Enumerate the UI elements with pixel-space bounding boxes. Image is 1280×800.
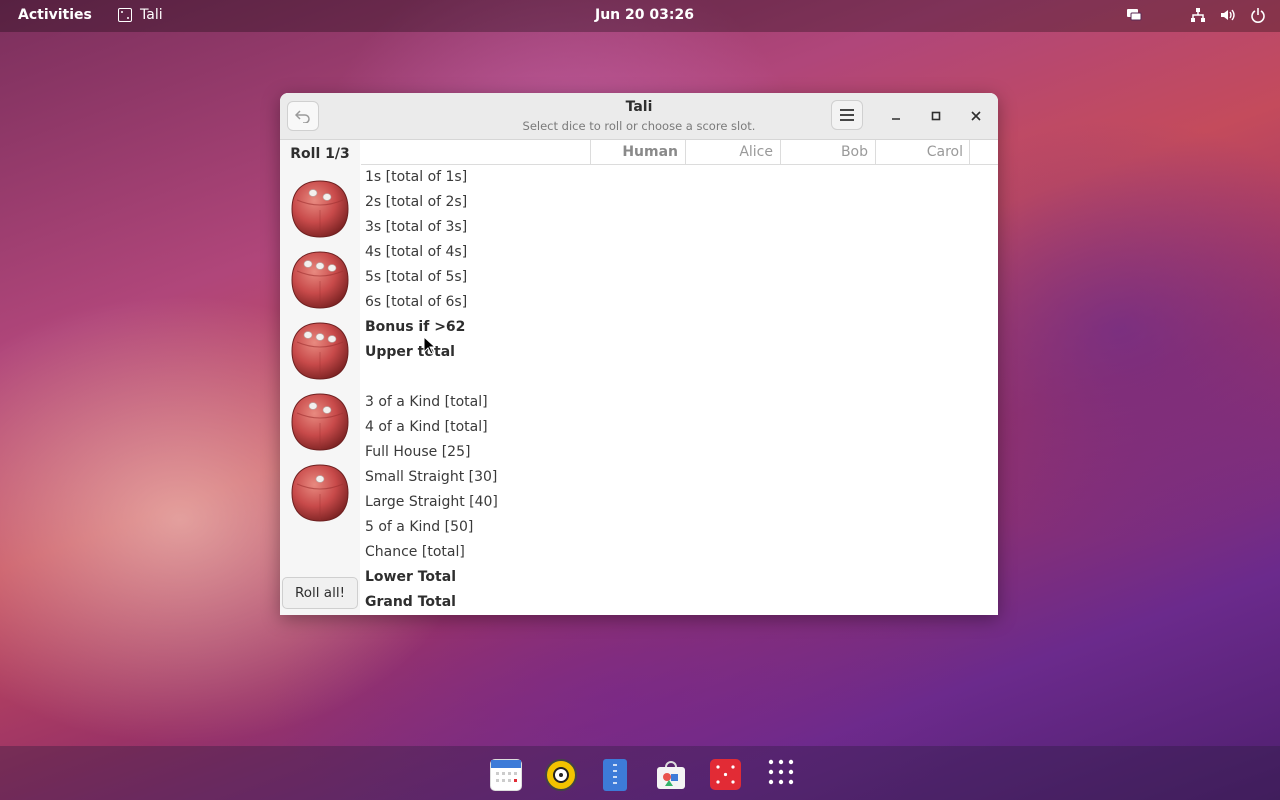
roll-all-button[interactable]: Roll all! (282, 577, 358, 609)
tali-icon[interactable] (710, 759, 741, 790)
score-row-bonus: Bonus if >62 (365, 319, 466, 335)
dice-panel: Roll 1/3 Roll all! (280, 140, 360, 615)
score-row-spacer (365, 365, 985, 390)
die-4[interactable] (291, 393, 349, 451)
mouse-pointer-icon (423, 335, 437, 356)
score-row-grand-total: Grand Total (365, 594, 456, 610)
die-2[interactable] (291, 251, 349, 309)
score-row-fives[interactable]: 5s [total of 5s] (365, 265, 985, 290)
volume-icon[interactable] (1220, 7, 1236, 23)
score-rows: 1s [total of 1s] 2s [total of 2s] 3s [to… (365, 165, 985, 615)
roll-counter: Roll 1/3 (290, 146, 350, 162)
score-row-lower-total: Lower Total (365, 569, 456, 585)
dice-icon (118, 8, 132, 22)
minimize-icon (892, 118, 900, 120)
score-row-four-of-a-kind[interactable]: 4 of a Kind [total] (365, 415, 985, 440)
score-row-threes[interactable]: 3s [total of 3s] (365, 215, 985, 240)
score-row-upper-total: Upper total (365, 344, 455, 360)
system-tray[interactable] (1126, 7, 1266, 23)
calendar-icon[interactable] (490, 759, 522, 791)
app-menu-label: Tali (140, 7, 163, 23)
die-1[interactable] (291, 180, 349, 238)
maximize-button[interactable] (926, 106, 946, 126)
screen-share-icon[interactable] (1126, 7, 1142, 23)
text-editor-icon[interactable] (603, 759, 627, 791)
close-button[interactable] (966, 106, 986, 126)
maximize-icon (931, 111, 941, 121)
score-row-large-straight[interactable]: Large Straight [40] (365, 490, 985, 515)
score-row-full-house[interactable]: Full House [25] (365, 440, 985, 465)
score-row-sixes[interactable]: 6s [total of 6s] (365, 290, 985, 315)
player-column-alice: Alice (685, 140, 780, 164)
main-menu-button[interactable] (831, 100, 863, 130)
tali-window: Tali Select dice to roll or choose a sco… (280, 93, 998, 615)
player-column-human: Human (590, 140, 685, 164)
score-row-three-of-a-kind[interactable]: 3 of a Kind [total] (365, 390, 985, 415)
header-bar: Tali Select dice to roll or choose a sco… (280, 93, 998, 140)
dash (0, 746, 1280, 800)
score-table-header: Human Alice Bob Carol (361, 140, 998, 165)
top-bar: Activities Tali Jun 20 03:26 (0, 0, 1280, 32)
die-5[interactable] (291, 464, 349, 522)
power-icon[interactable] (1250, 7, 1266, 23)
software-center-icon[interactable] (655, 759, 687, 791)
score-row-five-of-a-kind[interactable]: 5 of a Kind [50] (365, 515, 985, 540)
close-icon (971, 111, 981, 121)
score-row-ones[interactable]: 1s [total of 1s] (365, 165, 985, 190)
score-row-twos[interactable]: 2s [total of 2s] (365, 190, 985, 215)
player-column-carol: Carol (875, 140, 970, 164)
app-grid-icon[interactable] (768, 759, 798, 789)
die-3[interactable] (291, 322, 349, 380)
player-column-bob: Bob (780, 140, 875, 164)
minimize-button[interactable] (886, 106, 906, 126)
score-row-chance[interactable]: Chance [total] (365, 540, 985, 565)
rhythmbox-icon[interactable] (545, 759, 577, 791)
score-row-small-straight[interactable]: Small Straight [30] (365, 465, 985, 490)
score-row-fours[interactable]: 4s [total of 4s] (365, 240, 985, 265)
clock[interactable]: Jun 20 03:26 (595, 7, 694, 23)
activities-button[interactable]: Activities (18, 7, 92, 23)
hamburger-icon (840, 109, 854, 121)
app-menu[interactable]: Tali (118, 7, 163, 23)
network-icon[interactable] (1190, 7, 1206, 23)
